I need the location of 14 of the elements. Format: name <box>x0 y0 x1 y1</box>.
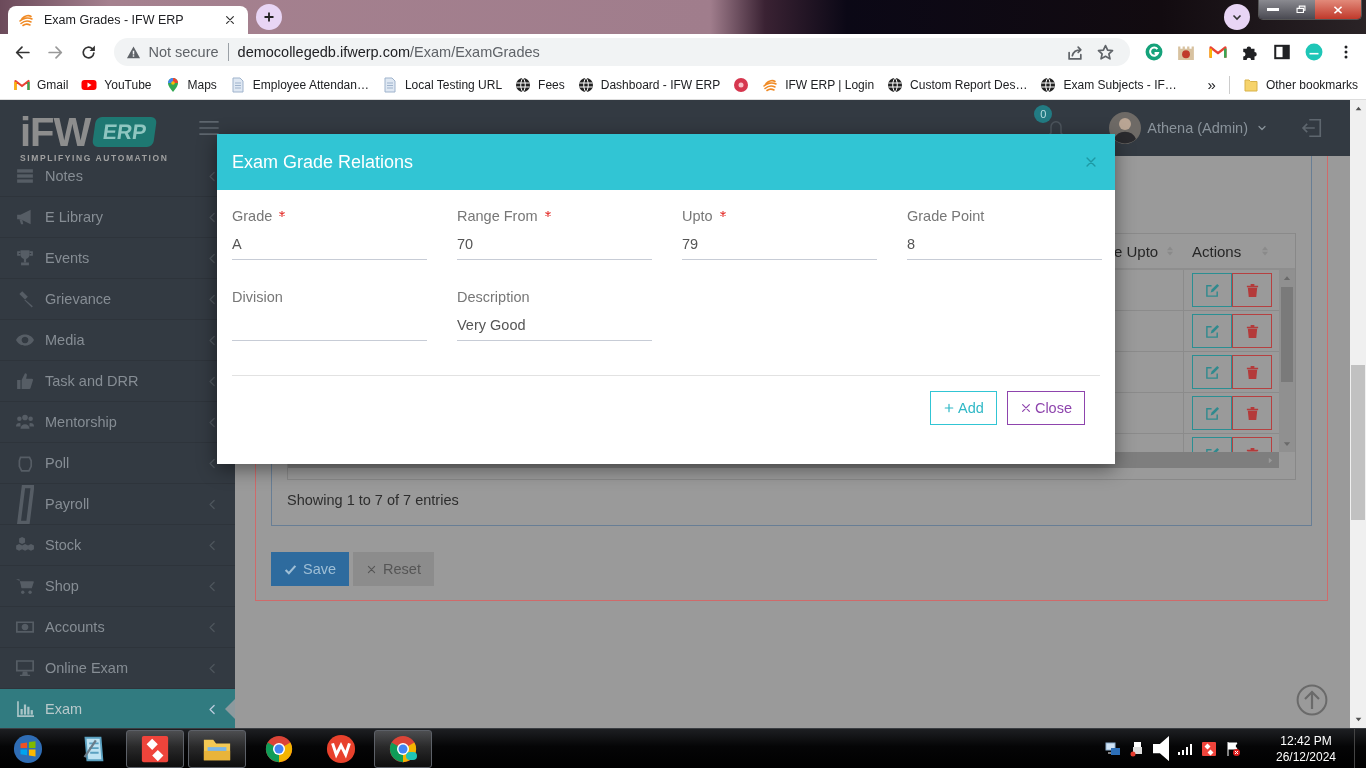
field-label: Upto <box>682 208 713 224</box>
field-label: Range From <box>457 208 538 224</box>
field-label: Grade <box>232 208 273 224</box>
logo-tagline: SIMPLIFYING AUTOMATION <box>20 153 169 163</box>
logo-badge: ERP <box>92 117 158 147</box>
security-label: Not secure <box>148 44 219 60</box>
field-label: Description <box>457 289 530 305</box>
notification-badge: 0 <box>1034 105 1053 123</box>
url-text: democollegedb.ifwerp.com/Exam/ExamGrades <box>237 44 540 60</box>
field-label: Division <box>232 289 283 305</box>
entries-summary: Showing 1 to 7 of 7 entries <box>287 491 460 510</box>
logo-text: iFW <box>20 112 91 152</box>
dialog-title: Exam Grade Relations <box>232 151 414 173</box>
field-label: Grade Point <box>907 208 985 224</box>
